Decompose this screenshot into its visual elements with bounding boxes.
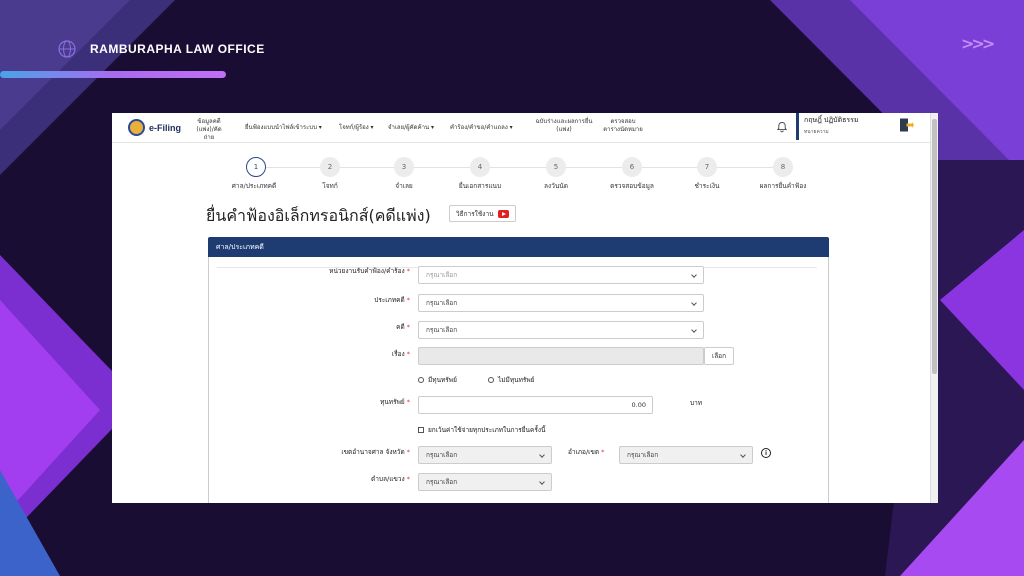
logout-icon[interactable] — [898, 117, 914, 133]
step-4[interactable]: 4 — [470, 157, 490, 177]
court-seal-icon — [128, 119, 145, 136]
globe-icon — [58, 40, 76, 58]
step-2[interactable]: 2 — [320, 157, 340, 177]
chevrons-icon: >>> — [961, 34, 995, 53]
capital-label: ทุนทรัพย์ * — [380, 398, 410, 406]
chevron-down-icon — [539, 479, 545, 485]
nav-defendant[interactable]: จำเลย/ผู้คัดค้าน ▾ — [388, 124, 434, 132]
info-icon[interactable]: i — [761, 448, 771, 458]
capital-input[interactable]: 0.00 — [418, 396, 653, 414]
nav-drafts[interactable]: ฉบับร่างและผลการยื่น (แพ่ง) — [531, 118, 597, 134]
chevron-down-icon — [691, 327, 697, 333]
step-5[interactable]: 5 — [546, 157, 566, 177]
case-label: คดี * — [396, 323, 410, 331]
user-name: กฤษฎิ์ ปฏิบัติธรรม — [804, 116, 859, 124]
choose-subject-button[interactable]: เลือก — [704, 347, 734, 365]
chevron-down-icon — [740, 452, 746, 458]
page-title: ยื่นคำฟ้องอิเล็กทรอนิกส์(คดีแพ่ง) — [206, 206, 431, 225]
agency-select[interactable]: กรุณาเลือก — [418, 266, 704, 284]
case-type-select[interactable]: กรุณาเลือก — [418, 294, 704, 312]
youtube-icon — [497, 209, 509, 218]
radio-circle — [488, 377, 494, 383]
subdistrict-select[interactable]: กรุณาเลือก — [418, 473, 552, 491]
browser-screenshot: e-Filing ข้อมูลคดี (แพ่ง)/คัดถ่าย ยื่นฟ้… — [112, 113, 938, 503]
step-1[interactable]: 1 — [246, 157, 266, 177]
nav-schedule[interactable]: ตรวจสอบ ตารางนัดหมาย — [603, 118, 643, 134]
how-to-label: วิธีการใช้งาน — [456, 209, 494, 218]
subject-input[interactable] — [418, 347, 704, 365]
scrollbar[interactable] — [930, 113, 938, 503]
step-label-3: จำเลย — [395, 182, 413, 190]
radio-has-asset-label: มีทุนทรัพย์ — [428, 376, 457, 384]
province-label: เขตอำนาจศาล จังหวัด * — [341, 448, 410, 456]
step-7[interactable]: 7 — [697, 157, 717, 177]
nav-file-upload[interactable]: ยื่นฟ้องแบบนำไฟล์เข้าระบบ ▾ — [245, 124, 322, 132]
province-select[interactable]: กรุณาเลือก — [418, 446, 552, 464]
step-label-4: ยื่นเอกสารแนบ — [458, 182, 502, 190]
logo-text: e-Filing — [149, 122, 181, 133]
chevron-down-icon — [691, 272, 697, 278]
exempt-label: ยกเว้นค่าใช้จ่ายทุกประเภทในการยื่นครั้งน… — [428, 426, 546, 434]
user-role: ทนายความ — [804, 129, 829, 135]
brand-name: RAMBURAPHA LAW OFFICE — [90, 42, 265, 56]
brand: RAMBURAPHA LAW OFFICE — [58, 40, 265, 58]
how-to-button[interactable]: วิธีการใช้งาน — [449, 205, 516, 222]
step-label-6: ตรวจสอบข้อมูล — [610, 182, 654, 190]
step-label-1: ศาล/ประเภทคดี — [231, 182, 277, 190]
exempt-checkbox[interactable]: ยกเว้นค่าใช้จ่ายทุกประเภทในการยื่นครั้งน… — [418, 425, 545, 435]
agency-label: หน่วยงานรับคำฟ้อง/คำร้อง * — [329, 267, 410, 275]
user-accent-line — [796, 113, 799, 140]
bell-icon[interactable] — [776, 121, 788, 133]
chevron-down-icon — [691, 300, 697, 306]
case-select[interactable]: กรุณาเลือก — [418, 321, 704, 339]
unit-label: บาท — [690, 399, 703, 407]
app-navbar: e-Filing ข้อมูลคดี (แพ่ง)/คัดถ่าย ยื่นฟ้… — [112, 113, 930, 143]
efiling-logo[interactable]: e-Filing — [128, 119, 181, 136]
radio-has-asset[interactable]: มีทุนทรัพย์ — [418, 375, 457, 385]
step-label-7: ชำระเงิน — [694, 182, 720, 190]
nav-plaintiff[interactable]: โจทก์/ผู้ร้อง ▾ — [339, 124, 374, 132]
subject-label: เรื่อง * — [391, 350, 410, 358]
checkbox-box — [418, 427, 424, 433]
step-6[interactable]: 6 — [622, 157, 642, 177]
step-label-8: ผลการยื่นคำฟ้อง — [759, 182, 807, 190]
chevron-down-icon — [539, 452, 545, 458]
radio-circle — [418, 377, 424, 383]
subdistrict-label: ตำบล/แขวง * — [371, 475, 410, 483]
nav-petition[interactable]: คำร้อง/คำขอ/คำแถลง ▾ — [450, 124, 513, 132]
section-header: ศาล/ประเภทคดี — [208, 237, 829, 257]
case-type-label: ประเภทคดี * — [374, 296, 410, 304]
brand-accent-bar — [0, 71, 226, 78]
capital-value: 0.00 — [631, 401, 646, 409]
step-label-5: ลงวันนัด — [544, 182, 568, 190]
nav-case-info[interactable]: ข้อมูลคดี (แพ่ง)/คัดถ่าย — [192, 118, 226, 142]
step-8[interactable]: 8 — [773, 157, 793, 177]
scrollbar-thumb[interactable] — [932, 119, 937, 374]
step-label-2: โจทก์ — [322, 182, 338, 190]
district-select[interactable]: กรุณาเลือก — [619, 446, 753, 464]
step-3[interactable]: 3 — [394, 157, 414, 177]
district-label: อำเภอ/เขต * — [568, 448, 605, 456]
radio-no-asset[interactable]: ไม่มีทุนทรัพย์ — [488, 375, 534, 385]
radio-no-asset-label: ไม่มีทุนทรัพย์ — [498, 376, 535, 384]
